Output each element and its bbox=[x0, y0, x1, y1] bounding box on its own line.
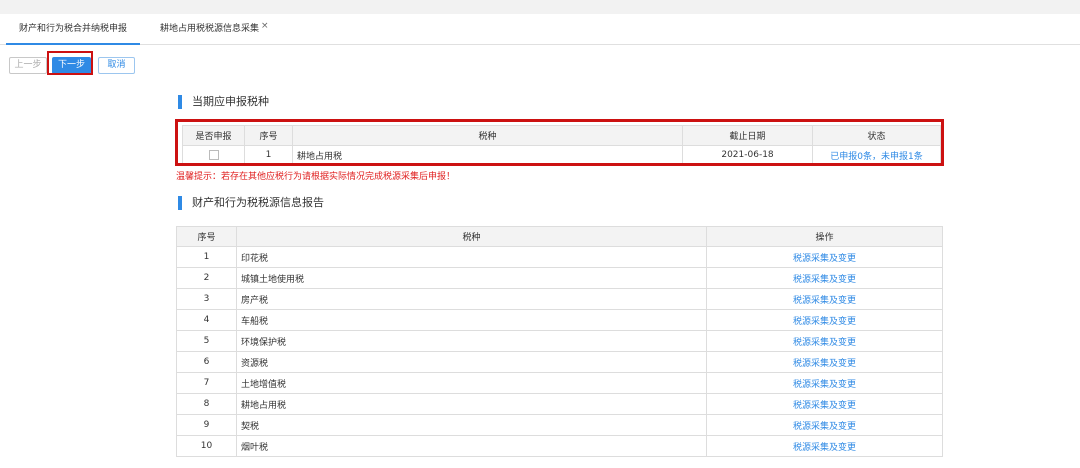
source-collect-link[interactable]: 税源采集及变更 bbox=[706, 435, 943, 457]
column-header: 税种 bbox=[292, 125, 683, 146]
source-collect-link[interactable]: 税源采集及变更 bbox=[706, 351, 943, 373]
warning-tip: 温馨提示：若存在其他应税行为请根据实际情况完成税源采集后申报！ bbox=[176, 172, 456, 182]
index-cell: 8 bbox=[176, 393, 237, 415]
table-row: 10 烟叶税 税源采集及变更 bbox=[176, 435, 943, 457]
tax-name-cell: 印花税 bbox=[236, 246, 707, 268]
table-row: 6 资源税 税源采集及变更 bbox=[176, 351, 943, 373]
tax-name-cell: 契税 bbox=[236, 414, 707, 436]
column-header: 截止日期 bbox=[682, 125, 813, 146]
column-header: 状态 bbox=[812, 125, 941, 146]
tax-name-cell: 城镇土地使用税 bbox=[236, 267, 707, 289]
tab-property-behavior-tax[interactable]: 财产和行为税合并纳税申报 bbox=[6, 14, 140, 45]
index-cell: 1 bbox=[176, 246, 237, 268]
table-header-row: 序号 税种 操作 bbox=[176, 226, 943, 247]
table-row: 1 印花税 税源采集及变更 bbox=[176, 246, 943, 268]
table-header-row: 是否申报 序号 税种 截止日期 状态 bbox=[182, 125, 941, 146]
column-header: 是否申报 bbox=[182, 125, 245, 146]
tax-name-cell: 土地增值税 bbox=[236, 372, 707, 394]
cancel-button[interactable]: 取消 bbox=[98, 57, 135, 74]
next-button-highlight bbox=[47, 51, 93, 75]
tax-name-cell: 房产税 bbox=[236, 288, 707, 310]
index-cell: 10 bbox=[176, 435, 237, 457]
index-cell: 3 bbox=[176, 288, 237, 310]
column-header: 序号 bbox=[244, 125, 293, 146]
tax-name-cell: 耕地占用税 bbox=[236, 393, 707, 415]
index-cell: 4 bbox=[176, 309, 237, 331]
source-collect-link[interactable]: 税源采集及变更 bbox=[706, 372, 943, 394]
index-cell: 2 bbox=[176, 267, 237, 289]
prev-step-button[interactable]: 上一步 bbox=[9, 57, 47, 74]
column-header: 税种 bbox=[236, 226, 707, 247]
index-cell: 6 bbox=[176, 351, 237, 373]
declare-cell bbox=[182, 145, 245, 165]
tax-name-cell: 车船税 bbox=[236, 309, 707, 331]
index-cell: 9 bbox=[176, 414, 237, 436]
source-collect-link[interactable]: 税源采集及变更 bbox=[706, 246, 943, 268]
tab-farmland-tax-collection[interactable]: 耕地占用税税源信息采集 × bbox=[160, 14, 269, 44]
source-collect-link[interactable]: 税源采集及变更 bbox=[706, 267, 943, 289]
tab-label: 耕地占用税税源信息采集 bbox=[160, 24, 260, 34]
table-row: 7 土地增值税 税源采集及变更 bbox=[176, 372, 943, 394]
tab-bar: 财产和行为税合并纳税申报 耕地占用税税源信息采集 × bbox=[0, 14, 1080, 45]
source-collect-link[interactable]: 税源采集及变更 bbox=[706, 330, 943, 352]
index-cell: 5 bbox=[176, 330, 237, 352]
tax-name-cell: 烟叶税 bbox=[236, 435, 707, 457]
source-collect-link[interactable]: 税源采集及变更 bbox=[706, 288, 943, 310]
status-link[interactable]: 已申报0条，未申报1条 bbox=[812, 145, 941, 165]
column-header: 操作 bbox=[706, 226, 943, 247]
table-row: 8 耕地占用税 税源采集及变更 bbox=[176, 393, 943, 415]
column-header: 序号 bbox=[176, 226, 237, 247]
current-tax-table: 是否申报 序号 税种 截止日期 状态 1 耕地占用税 2021-06-18 已申… bbox=[182, 125, 941, 165]
table-row: 2 城镇土地使用税 税源采集及变更 bbox=[176, 267, 943, 289]
table-row: 1 耕地占用税 2021-06-18 已申报0条，未申报1条 bbox=[182, 145, 941, 165]
source-collect-link[interactable]: 税源采集及变更 bbox=[706, 414, 943, 436]
section-title-current-tax: 当期应申报税种 bbox=[178, 95, 269, 109]
deadline-cell: 2021-06-18 bbox=[682, 145, 813, 165]
table-row: 4 车船税 税源采集及变更 bbox=[176, 309, 943, 331]
section-title-tax-source-report: 财产和行为税税源信息报告 bbox=[178, 196, 324, 210]
tax-source-table: 序号 税种 操作 1 印花税 税源采集及变更 2 城镇土地使用税 税源采集及变更… bbox=[176, 226, 943, 457]
source-collect-link[interactable]: 税源采集及变更 bbox=[706, 393, 943, 415]
top-strip bbox=[0, 0, 1080, 14]
table-row: 9 契税 税源采集及变更 bbox=[176, 414, 943, 436]
tax-name-cell: 耕地占用税 bbox=[292, 145, 683, 165]
table-row: 5 环境保护税 税源采集及变更 bbox=[176, 330, 943, 352]
index-cell: 1 bbox=[244, 145, 293, 165]
tax-name-cell: 环境保护税 bbox=[236, 330, 707, 352]
table-row: 3 房产税 税源采集及变更 bbox=[176, 288, 943, 310]
tab-label: 财产和行为税合并纳税申报 bbox=[18, 24, 127, 34]
tax-name-cell: 资源税 bbox=[236, 351, 707, 373]
index-cell: 7 bbox=[176, 372, 237, 394]
source-collect-link[interactable]: 税源采集及变更 bbox=[706, 309, 943, 331]
declare-checkbox[interactable] bbox=[208, 149, 219, 160]
close-icon[interactable]: × bbox=[261, 21, 269, 31]
